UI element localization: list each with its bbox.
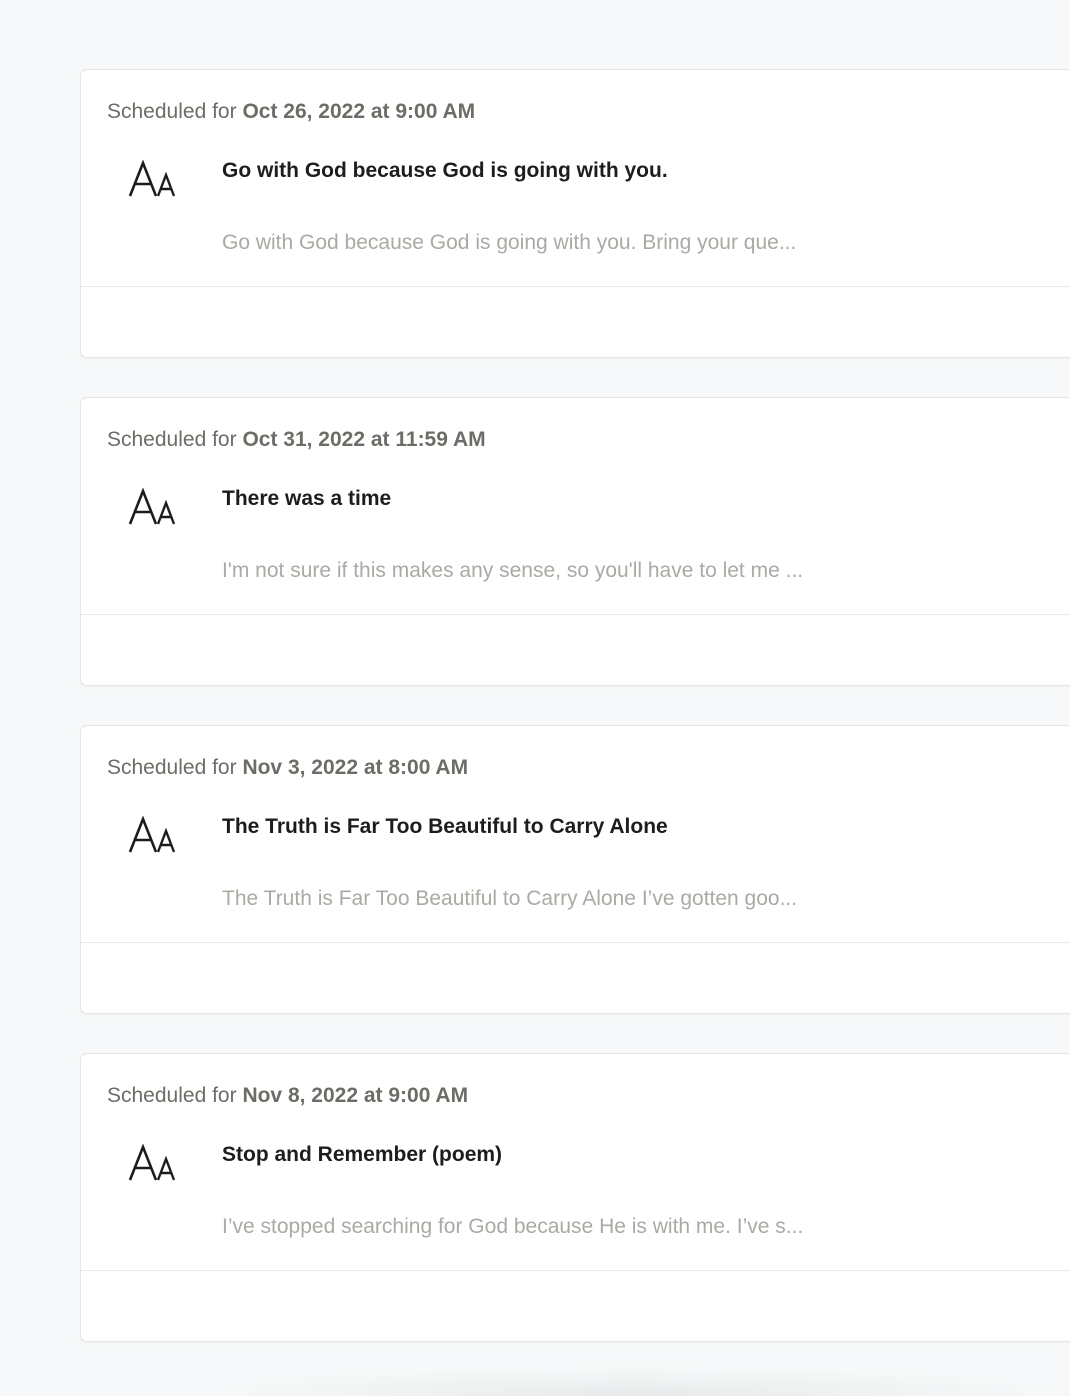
post-excerpt: I'm not sure if this makes any sense, so… [222, 559, 804, 582]
scheduled-post-card[interactable]: Scheduled for Oct 26, 2022 at 9:00 AM Go… [80, 69, 1070, 358]
post-excerpt: The Truth is Far Too Beautiful to Carry … [222, 887, 798, 910]
post-title[interactable]: Stop and Remember (poem) [222, 1143, 502, 1167]
scheduled-post-card[interactable]: Scheduled for Oct 31, 2022 at 11:59 AM T… [80, 397, 1070, 686]
text-type-icon [128, 159, 176, 197]
scheduled-prefix: Scheduled for [107, 428, 237, 451]
scheduled-label: Scheduled for Nov 3, 2022 at 8:00 AM [107, 756, 468, 780]
scheduled-label: Scheduled for Nov 8, 2022 at 9:00 AM [107, 1084, 468, 1108]
post-card-body[interactable]: Scheduled for Oct 26, 2022 at 9:00 AM Go… [81, 70, 1070, 287]
scheduled-post-card[interactable]: Scheduled for Nov 8, 2022 at 9:00 AM Sto… [80, 1053, 1070, 1342]
post-card-footer [81, 943, 1070, 1015]
post-card-body[interactable]: Scheduled for Oct 31, 2022 at 11:59 AM T… [81, 398, 1070, 615]
scheduled-posts-page: Scheduled for Oct 26, 2022 at 9:00 AM Go… [0, 0, 1070, 1396]
text-type-icon [128, 815, 176, 853]
text-type-icon [128, 487, 176, 525]
scheduled-label: Scheduled for Oct 26, 2022 at 9:00 AM [107, 100, 475, 124]
scheduled-prefix: Scheduled for [107, 1084, 237, 1107]
bottom-shadow [200, 1366, 1070, 1396]
scheduled-date: Nov 3, 2022 at 8:00 AM [242, 756, 469, 779]
post-excerpt: I’ve stopped searching for God because H… [222, 1215, 804, 1238]
post-card-footer [81, 1271, 1070, 1343]
scheduled-prefix: Scheduled for [107, 100, 237, 123]
scheduled-label: Scheduled for Oct 31, 2022 at 11:59 AM [107, 428, 486, 452]
scheduled-date: Oct 26, 2022 at 9:00 AM [242, 100, 476, 123]
post-title[interactable]: There was a time [222, 487, 391, 511]
post-card-body[interactable]: Scheduled for Nov 3, 2022 at 8:00 AM The… [81, 726, 1070, 943]
post-card-footer [81, 287, 1070, 359]
post-card-footer [81, 615, 1070, 687]
scheduled-prefix: Scheduled for [107, 756, 237, 779]
scheduled-post-card[interactable]: Scheduled for Nov 3, 2022 at 8:00 AM The… [80, 725, 1070, 1014]
scheduled-date: Oct 31, 2022 at 11:59 AM [242, 428, 486, 451]
post-card-body[interactable]: Scheduled for Nov 8, 2022 at 9:00 AM Sto… [81, 1054, 1070, 1271]
text-type-icon [128, 1143, 176, 1181]
scheduled-date: Nov 8, 2022 at 9:00 AM [242, 1084, 469, 1107]
post-title[interactable]: Go with God because God is going with yo… [222, 159, 668, 183]
post-excerpt: Go with God because God is going with yo… [222, 231, 797, 254]
post-title[interactable]: The Truth is Far Too Beautiful to Carry … [222, 815, 668, 839]
